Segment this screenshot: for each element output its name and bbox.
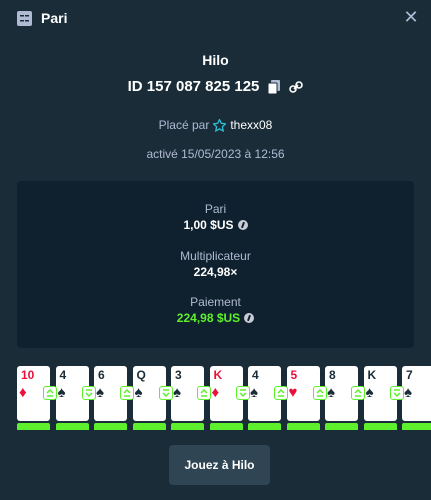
multiplier-value: 224,98×	[193, 265, 238, 279]
higher-equal-icon	[351, 386, 365, 400]
multiplier-bar	[248, 423, 281, 430]
higher-equal-icon	[120, 386, 134, 400]
copy-icon[interactable]	[267, 79, 281, 95]
payout-value: 224,98 $US	[176, 311, 241, 325]
card-suit-icon: ♠	[365, 384, 374, 401]
multiplier-bar	[132, 423, 166, 430]
card-history: 10 ♦ 4 ♠ 6 ♠ Q ♠ 3 ♠ K ♦ 4 ♠ 5 ♥ 8 ♠ K ♠ 7 ♠	[0, 366, 431, 430]
bet-amount-label: Pari	[204, 202, 227, 216]
username: thexx08	[230, 118, 273, 132]
card-suit-icon: ♠	[173, 384, 181, 401]
vip-star-icon	[213, 118, 227, 132]
multiplier-bar	[55, 423, 89, 430]
card-rank: K	[367, 368, 377, 382]
higher-equal-icon	[274, 386, 288, 400]
multiplier-bar	[171, 423, 204, 430]
multiplier-bar	[325, 423, 358, 430]
card-rank: 8	[329, 368, 336, 382]
bet-details-panel: Pari 1,00 $US Multiplicateur 224,98× Pai…	[17, 181, 414, 348]
multiplier-stat: Multiplicateur 224,98×	[17, 249, 414, 279]
payout-value-row: 224,98 $US	[17, 311, 414, 325]
card-suit-icon: ♠	[96, 384, 104, 401]
higher-equal-icon	[43, 386, 57, 400]
card-suit-icon: ♠	[327, 384, 335, 401]
link-icon[interactable]	[289, 79, 304, 95]
card-suit-icon: ♠	[134, 384, 143, 401]
multiplier-bar	[94, 423, 127, 430]
card-rank: 7	[406, 368, 413, 382]
activated-timestamp: activé 15/05/2023 à 12:56	[146, 147, 285, 161]
playing-card: 7 ♠	[402, 366, 431, 421]
lower-equal-icon	[81, 386, 96, 400]
modal-header: Pari ✕	[0, 0, 431, 36]
card-suit-icon: ♦	[211, 384, 220, 401]
bet-slip-icon	[17, 10, 32, 26]
multiplier-label: Multiplicateur	[180, 249, 251, 263]
card-suit-icon: ♥	[288, 384, 298, 401]
multiplier-bar	[209, 423, 243, 430]
multiplier-bar	[286, 423, 320, 430]
game-name: Hilo	[202, 52, 229, 68]
card-rank: 4	[59, 368, 67, 382]
bet-amount-stat: Pari 1,00 $US	[17, 202, 414, 232]
lower-equal-icon	[389, 386, 404, 400]
litecoin-icon	[244, 313, 255, 323]
close-icon[interactable]: ✕	[403, 8, 419, 26]
card-rank: 3	[175, 368, 182, 382]
bet-amount-value-row: 1,00 $US	[17, 218, 414, 232]
card-suit-icon: ♠	[250, 384, 258, 401]
multiplier-bar	[363, 423, 397, 430]
lower-equal-icon	[235, 386, 250, 400]
card-rank: 5	[290, 368, 298, 382]
bet-id-row: ID 157 087 825 125	[0, 78, 431, 95]
card-rank: 10	[21, 368, 35, 382]
modal-title: Pari	[41, 10, 68, 26]
placed-by-label: Placé par	[158, 118, 210, 132]
lower-equal-icon	[158, 386, 173, 400]
payout-stat: Paiement 224,98 $US	[17, 295, 414, 325]
play-hilo-button[interactable]: Jouez à Hilo	[169, 445, 270, 485]
card-suit-icon: ♠	[57, 384, 66, 401]
card-suit-icon: ♦	[19, 384, 27, 401]
multiplier-bar	[17, 423, 50, 430]
bet-amount-value: 1,00 $US	[183, 218, 234, 232]
litecoin-icon	[237, 220, 248, 230]
placed-by-row: Placé par thexx08	[0, 118, 431, 132]
card-rank: Q	[136, 368, 146, 382]
card-rank: 6	[98, 368, 105, 382]
bet-id: ID 157 087 825 125	[127, 78, 260, 95]
card-rank: K	[213, 368, 223, 382]
multiplier-bar	[402, 423, 431, 430]
card-suit-icon: ♠	[404, 384, 412, 401]
higher-equal-icon	[197, 386, 211, 400]
higher-equal-icon	[312, 386, 327, 400]
payout-label: Paiement	[190, 295, 241, 309]
user-link[interactable]: thexx08	[213, 118, 272, 132]
card-rank: 4	[252, 368, 259, 382]
